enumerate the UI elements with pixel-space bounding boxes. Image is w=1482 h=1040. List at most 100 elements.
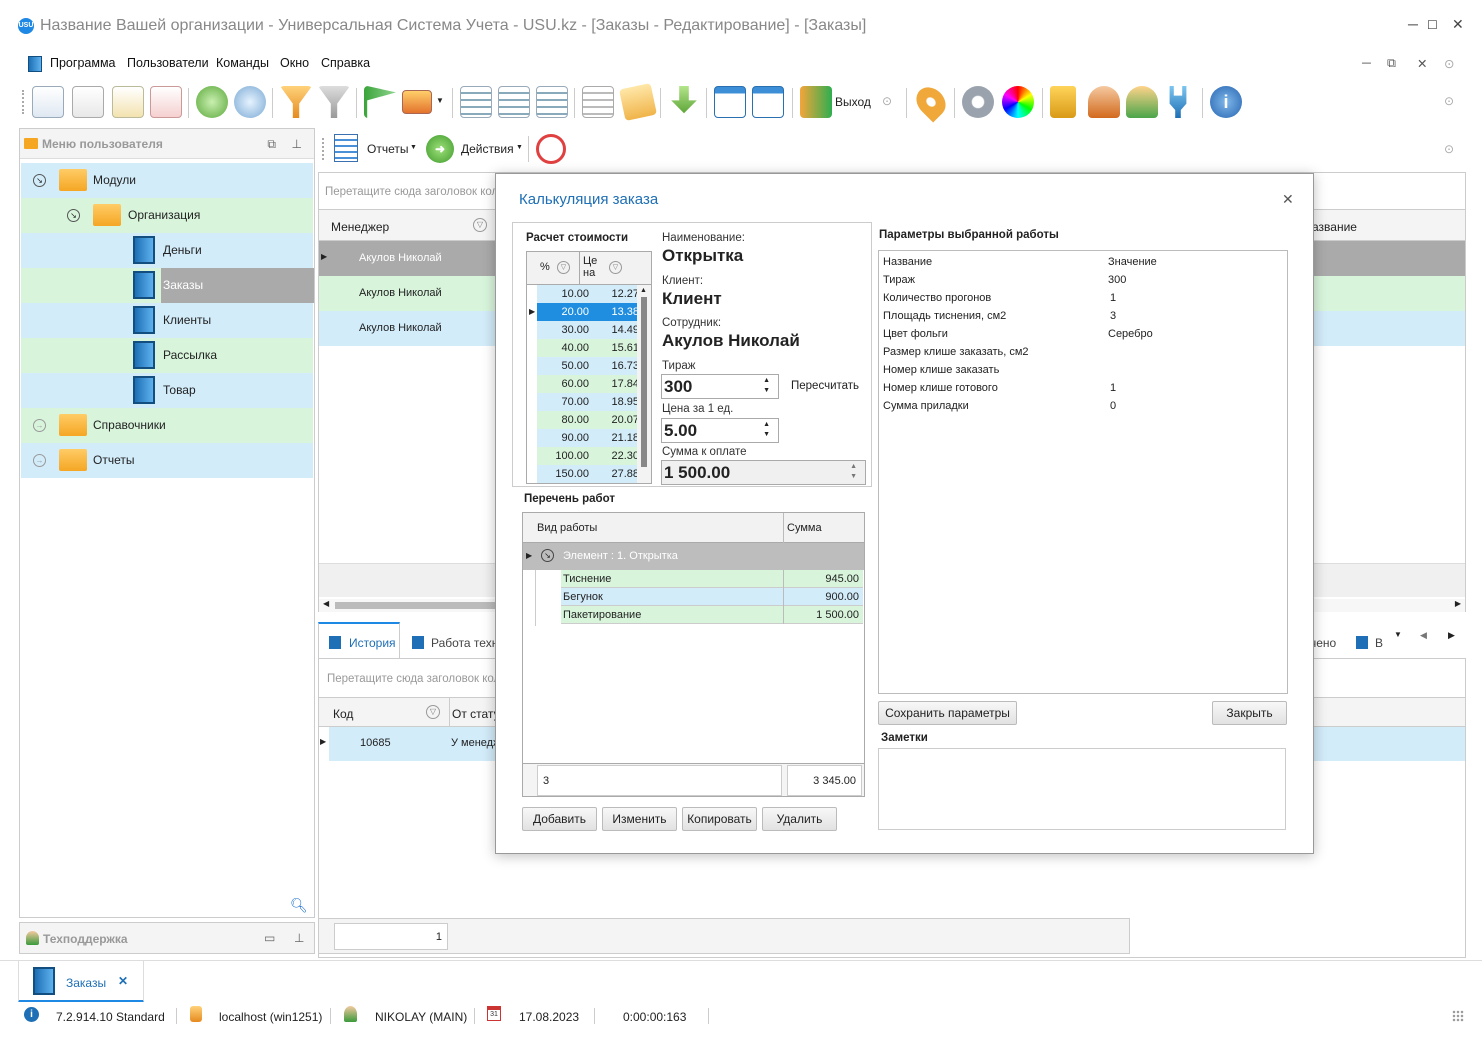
calc-row[interactable]: 90.00 21.18 xyxy=(537,429,641,447)
actions-menu[interactable]: Действия xyxy=(461,142,514,156)
scroll-thumb[interactable] xyxy=(335,602,495,609)
calc-row[interactable]: 80.00 20.07 xyxy=(537,411,641,429)
col-status[interactable]: От стату xyxy=(452,707,500,721)
edit-button[interactable]: Изменить xyxy=(602,807,677,831)
maximize-icon[interactable]: ☐ xyxy=(1427,18,1438,32)
delete-button[interactable]: Удалить xyxy=(762,807,837,831)
menu-users[interactable]: Пользователи xyxy=(127,56,209,70)
column-filter-icon[interactable]: ▽ xyxy=(557,261,570,274)
column-filter-icon[interactable]: ▽ xyxy=(473,218,487,232)
sidebar-item-goods[interactable]: Товар xyxy=(21,373,313,408)
float-panel-icon[interactable]: ⧉ xyxy=(267,129,276,159)
param-row[interactable]: Размер клише заказать, см2 xyxy=(879,343,1284,361)
sidebar-item-references[interactable]: → Справочники xyxy=(21,408,313,443)
add-row-icon[interactable] xyxy=(582,86,614,118)
col-manager[interactable]: Менеджер xyxy=(331,220,389,234)
col-work-sum[interactable]: Сумма xyxy=(787,522,822,534)
collapse-icon[interactable]: ↘ xyxy=(33,174,46,187)
price-input[interactable]: 5.00 ▲ ▼ xyxy=(661,418,779,443)
menu-program[interactable]: Программа xyxy=(50,56,116,70)
qty-input[interactable]: 300 ▲ ▼ xyxy=(661,374,779,399)
minimize-icon[interactable]: ─ xyxy=(1408,16,1418,32)
actions-dropdown-icon[interactable]: ▼ xyxy=(516,144,523,151)
col-work-type[interactable]: Вид работы xyxy=(537,522,597,534)
col-price[interactable]: Це на xyxy=(583,255,599,279)
tab-orders[interactable]: Заказы ✕ xyxy=(18,961,144,1003)
tab-close-icon[interactable]: ✕ xyxy=(118,974,128,988)
calc-row[interactable]: 150.00 27.88 xyxy=(537,465,641,483)
flag-icon[interactable] xyxy=(364,86,396,118)
calc-row-selected[interactable]: 20.00 13.38 xyxy=(537,303,641,321)
close-icon[interactable]: ✕ xyxy=(1452,16,1464,33)
users-group-icon[interactable] xyxy=(1126,86,1158,118)
tab-history[interactable]: История xyxy=(318,622,400,658)
tabs-dropdown-icon[interactable]: ▼ xyxy=(1394,630,1402,639)
column-filter-icon[interactable]: ▽ xyxy=(609,261,622,274)
menu-commands[interactable]: Команды xyxy=(216,56,269,70)
table-row[interactable]: Пакетирование 1 500.00 xyxy=(561,606,863,624)
param-row[interactable]: Номер клише заказать xyxy=(879,361,1284,379)
calc-row[interactable]: 60.00 17.84 xyxy=(537,375,641,393)
param-row[interactable]: Сумма приладки 0 xyxy=(879,397,1284,415)
settings-gear-icon[interactable] xyxy=(962,86,994,118)
plugin-icon[interactable] xyxy=(1169,86,1187,118)
edit-record-icon[interactable] xyxy=(112,86,144,118)
scroll-thumb[interactable] xyxy=(641,297,647,467)
subtoolbar-options-icon[interactable]: ⊙ xyxy=(1444,142,1454,156)
recalculate-button[interactable]: Пересчитать xyxy=(791,380,859,392)
notes-icon[interactable] xyxy=(619,83,657,121)
sum-spinner-icon[interactable]: ▲ ▼ xyxy=(850,462,857,482)
exit-icon[interactable] xyxy=(800,86,832,118)
col-name[interactable]: азвание xyxy=(1312,220,1357,234)
delete-record-icon[interactable] xyxy=(150,86,182,118)
expand-icon[interactable]: → xyxy=(33,454,46,467)
notes-textarea[interactable] xyxy=(878,748,1286,830)
tab-right-2[interactable]: В xyxy=(1375,636,1383,650)
col-code[interactable]: Код xyxy=(333,707,353,721)
mdi-close-icon[interactable]: ✕ xyxy=(1417,56,1427,71)
pin-icon[interactable]: ⊥ xyxy=(294,931,304,945)
reports-icon[interactable] xyxy=(334,134,358,162)
search-icon[interactable]: 🔍︎ xyxy=(290,897,308,914)
add-button[interactable]: Добавить xyxy=(522,807,597,831)
page-number-box[interactable]: 1 xyxy=(334,923,448,950)
image-dropdown-icon[interactable]: ▼ xyxy=(436,96,444,105)
exit-label[interactable]: Выход xyxy=(835,95,871,109)
menu-window[interactable]: Окно xyxy=(280,56,309,70)
sum-input[interactable]: 1 500.00 ▲ ▼ xyxy=(661,460,866,485)
tab-work[interactable]: Работа техн xyxy=(404,624,504,658)
user-icon[interactable] xyxy=(1088,86,1120,118)
menu-help[interactable]: Справка xyxy=(321,56,370,70)
param-row[interactable]: Тираж 300 xyxy=(879,271,1284,289)
save-params-button[interactable]: Сохранить параметры xyxy=(878,701,1017,725)
mdi-options-icon[interactable]: ⊙ xyxy=(1444,56,1454,71)
dialog-close-icon[interactable]: ✕ xyxy=(1282,191,1294,208)
search-icon[interactable] xyxy=(234,86,266,118)
mdi-restore-icon[interactable]: ⧉ xyxy=(1387,56,1396,71)
tabs-next-icon[interactable]: ▶ xyxy=(1448,630,1455,641)
calc-row[interactable]: 40.00 15.61 xyxy=(537,339,641,357)
scroll-left-icon[interactable]: ◀ xyxy=(323,599,329,608)
image-icon[interactable] xyxy=(402,90,432,114)
sidebar-item-organization[interactable]: ↘ Организация xyxy=(21,198,313,233)
expand-icon[interactable]: → xyxy=(33,419,46,432)
reports-menu[interactable]: Отчеты xyxy=(367,142,408,156)
close-window-icon[interactable] xyxy=(714,86,746,118)
close-all-windows-icon[interactable] xyxy=(752,86,784,118)
tree-collapse-icon[interactable] xyxy=(536,86,568,118)
copy-record-icon[interactable] xyxy=(72,86,104,118)
collapse-icon[interactable]: ↘ xyxy=(541,549,554,562)
sidebar-item-money[interactable]: Деньги xyxy=(21,233,313,268)
panel-minimize-icon[interactable]: ▭ xyxy=(264,931,275,945)
qty-spinner-icon[interactable]: ▲ ▼ xyxy=(763,376,770,396)
calc-row[interactable]: 70.00 18.95 xyxy=(537,393,641,411)
filter-icon[interactable] xyxy=(280,86,312,118)
toolbar-end-options-icon[interactable]: ⊙ xyxy=(1444,94,1454,108)
filter-clear-icon[interactable] xyxy=(318,86,350,118)
refresh-icon[interactable] xyxy=(196,86,228,118)
price-spinner-icon[interactable]: ▲ ▼ xyxy=(763,420,770,440)
sidebar-item-reports[interactable]: → Отчеты xyxy=(21,443,313,478)
add-record-icon[interactable] xyxy=(32,86,64,118)
calc-row[interactable]: 10.00 12.27 xyxy=(537,285,641,303)
tabs-prev-icon[interactable]: ◀ xyxy=(1420,630,1427,641)
